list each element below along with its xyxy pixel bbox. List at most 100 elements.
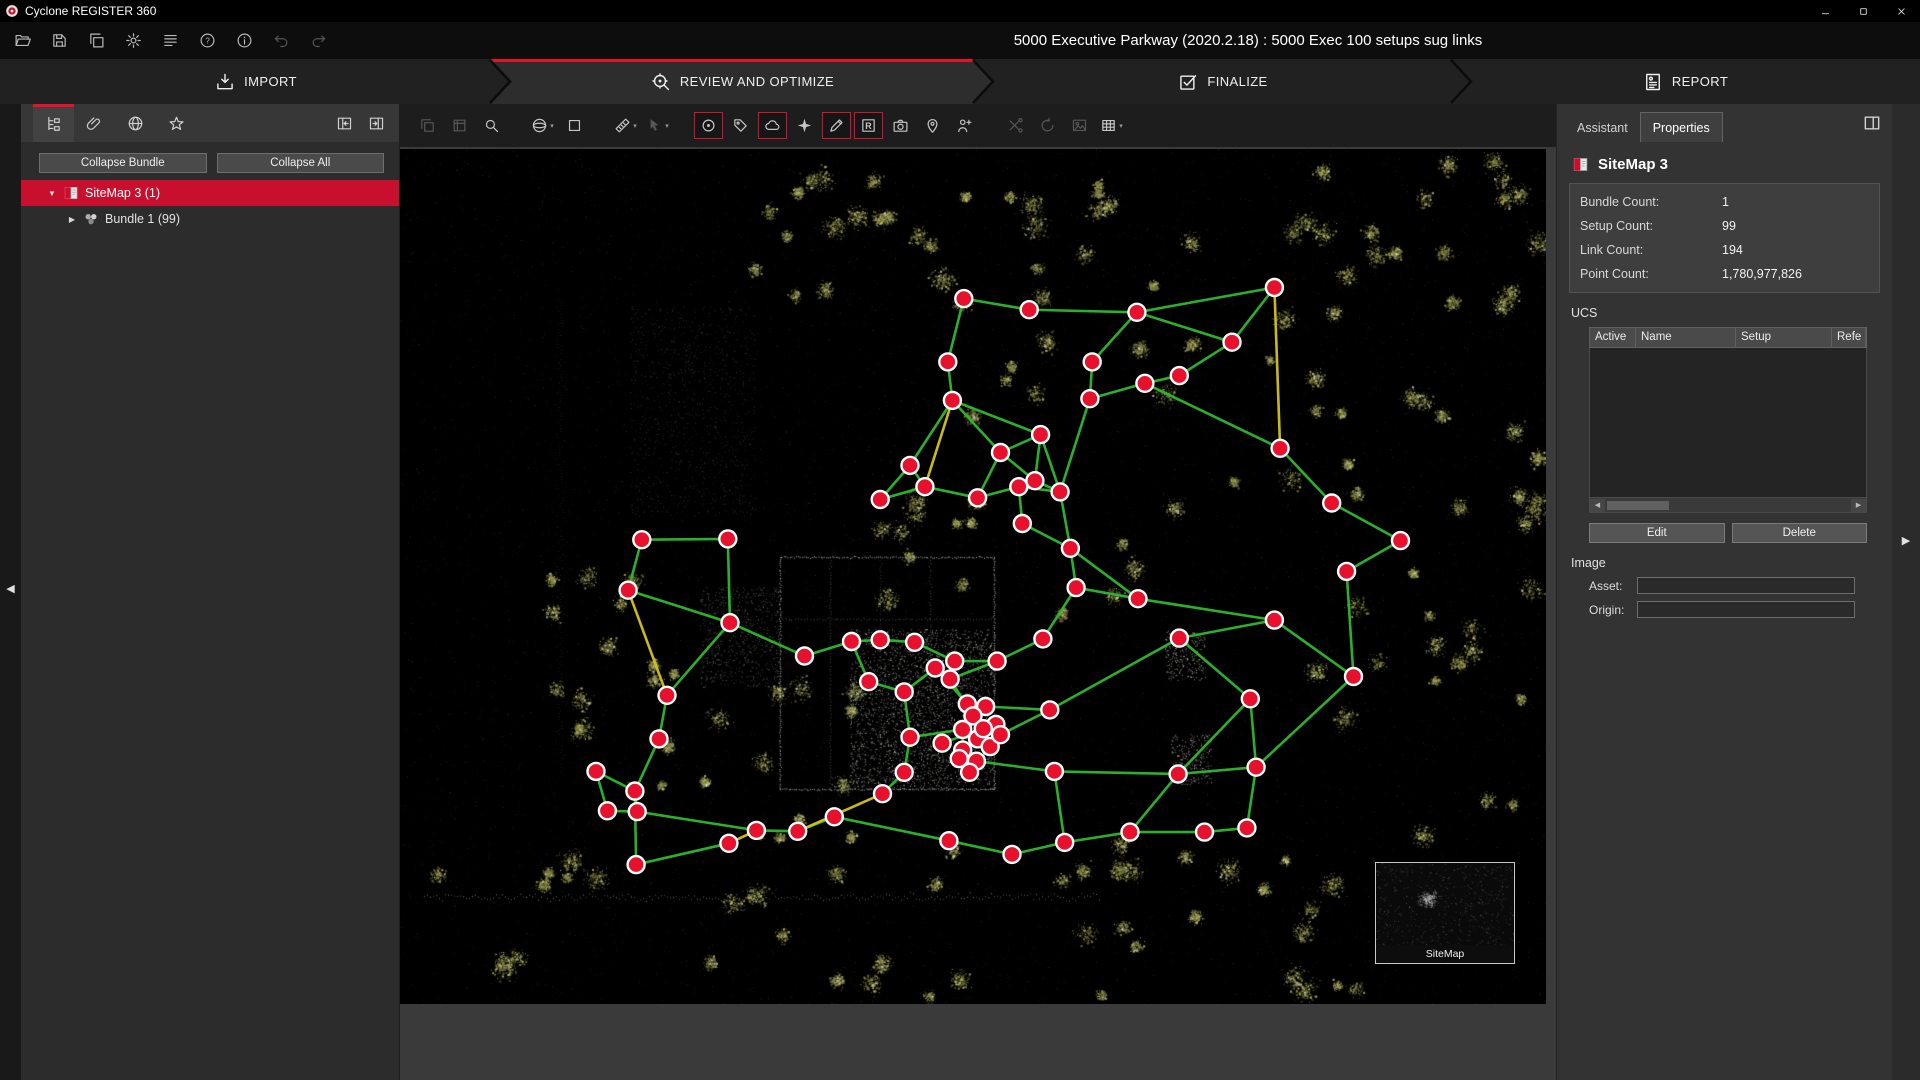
setup-link[interactable] [952,400,1000,452]
setup-link[interactable] [1179,620,1274,638]
tab-report[interactable]: REPORT [1451,59,1920,104]
setup-node[interactable] [916,478,933,495]
split-tool-button[interactable] [1001,112,1030,139]
setup-node[interactable] [843,633,860,650]
setup-link[interactable] [925,400,953,486]
setup-link[interactable] [628,590,730,623]
visual-tool-button[interactable]: ▾ [528,112,557,139]
setup-link[interactable] [964,299,1029,310]
setup-link[interactable] [636,843,729,864]
setup-node[interactable] [1052,483,1069,500]
log-button[interactable] [158,29,182,53]
setup-node[interactable] [902,729,919,746]
setup-link[interactable] [952,400,1040,434]
setup-node[interactable] [1196,824,1213,841]
setup-node[interactable] [1046,763,1063,780]
setup-node[interactable] [629,803,646,820]
setup-node[interactable] [946,653,963,670]
cloud-tool-button[interactable] [758,112,787,139]
setup-link[interactable] [1138,599,1274,620]
tab-assistant[interactable]: Assistant [1565,113,1640,142]
setup-node[interactable] [1032,426,1049,443]
rotate-tool-button[interactable] [1033,112,1062,139]
setup-node[interactable] [719,530,736,547]
redo-button[interactable] [306,29,330,53]
setup-node[interactable] [626,783,643,800]
help-button[interactable]: ? [195,29,219,53]
close-button[interactable] [1882,0,1920,22]
setup-node[interactable] [1171,630,1188,647]
maximize-button[interactable] [1844,0,1882,22]
setup-link[interactable] [1029,310,1137,313]
setup-node[interactable] [1014,515,1031,532]
setup-link[interactable] [730,623,805,656]
scroll-left-icon[interactable]: ◀ [1590,499,1605,512]
pin-tool-button[interactable] [918,112,947,139]
info-button[interactable] [232,29,256,53]
setup-node[interactable] [722,614,739,631]
ruler-tool-button[interactable]: ▾ [611,112,640,139]
setup-link[interactable] [728,539,730,623]
tag-tool-button[interactable] [726,112,755,139]
setup-node[interactable] [1026,472,1043,489]
setup-link[interactable] [1137,288,1275,313]
scroll-thumb[interactable] [1607,501,1669,510]
undo-button[interactable] [269,29,293,53]
setup-link[interactable] [637,812,756,831]
setup-node[interactable] [1323,495,1340,512]
dock-pane-button[interactable] [331,115,357,132]
setup-node[interactable] [969,489,986,506]
dock-pane2-button[interactable] [363,115,389,132]
setup-link[interactable] [1145,383,1280,448]
setup-node[interactable] [1266,279,1283,296]
batch-button[interactable] [84,29,108,53]
setup-node[interactable] [1272,440,1289,457]
collapse-all-button[interactable]: Collapse All [217,153,385,173]
target-tool-button[interactable] [694,112,723,139]
setup-node[interactable] [628,856,645,873]
copy-tool-button[interactable] [413,112,442,139]
setup-link[interactable] [948,299,964,362]
tree-item-sitemap[interactable]: ▼ SiteMap 3 (1) [21,180,399,206]
tree-item-bundle[interactable]: ▶ Bundle 1 (99) [21,206,399,232]
setup-node[interactable] [1224,334,1241,351]
setup-node[interactable] [1056,834,1073,851]
setup-link[interactable] [1256,677,1353,768]
tab-review-and-optimize[interactable]: REVIEW AND OPTIMIZE [490,59,995,104]
sidebar-tab-tree[interactable] [33,104,74,142]
chevron-down-icon[interactable]: ▾ [1119,122,1123,130]
setup-node[interactable] [860,673,877,690]
sidebar-tab-paperclip[interactable] [74,104,115,142]
star4-tool-button[interactable] [790,112,819,139]
setup-node[interactable] [1010,478,1027,495]
setup-link[interactable] [1280,448,1332,503]
setup-node[interactable] [874,785,891,802]
setup-node[interactable] [872,491,889,508]
setup-node[interactable] [992,444,1009,461]
setup-node[interactable] [1136,375,1153,392]
setup-node[interactable] [748,822,765,839]
frame-tool-button[interactable] [445,112,474,139]
setup-node[interactable] [1081,390,1098,407]
image-tool-button[interactable] [1065,112,1094,139]
setup-link[interactable] [1179,638,1250,699]
setup-node[interactable] [720,835,737,852]
setup-link[interactable] [1054,771,1064,842]
setup-link[interactable] [910,400,952,465]
panel-layout-icon[interactable] [1862,113,1882,133]
setup-link[interactable] [628,590,667,695]
setup-link[interactable] [1060,399,1090,492]
chevron-down-icon[interactable]: ▾ [550,122,554,130]
setup-node[interactable] [633,531,650,548]
setup-node[interactable] [1128,304,1145,321]
setup-link[interactable] [1050,638,1180,710]
scroll-right-icon[interactable]: ▶ [1851,499,1866,512]
expand-panel-arrow[interactable]: ▶ [1892,534,1920,547]
setup-node[interactable] [1062,540,1079,557]
camera-tool-button[interactable] [886,112,915,139]
setup-node[interactable] [906,634,923,651]
setup-link[interactable] [1130,774,1178,832]
ucs-delete-button[interactable]: Delete [1732,523,1868,543]
setup-node[interactable] [1171,367,1188,384]
chevron-down-icon[interactable]: ▾ [633,122,637,130]
